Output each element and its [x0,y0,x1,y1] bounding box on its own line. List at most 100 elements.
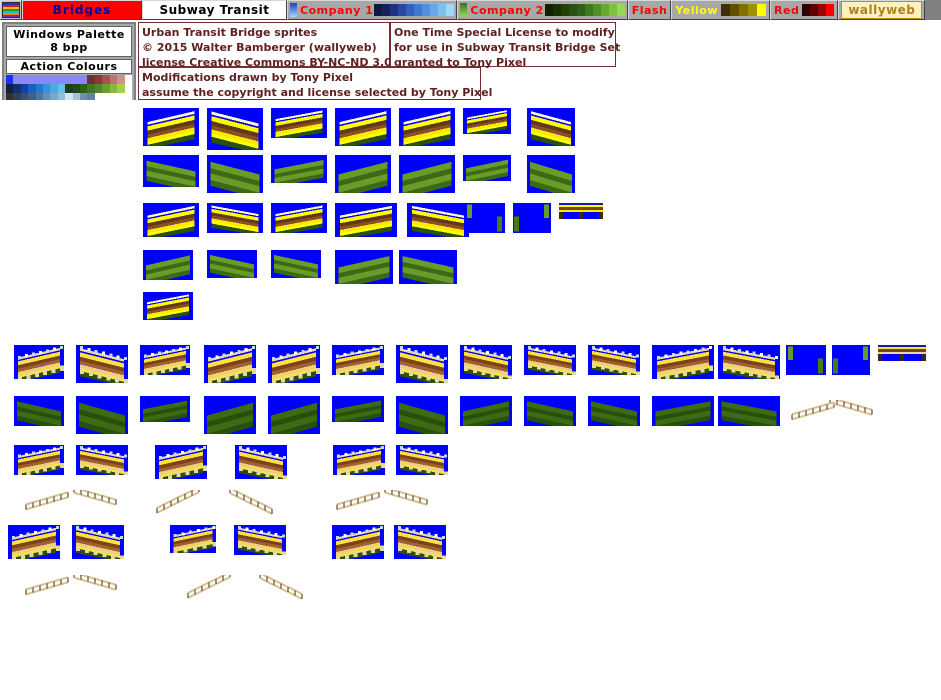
truss-down-steep-sprite[interactable] [228,487,274,516]
dgirder-d-sprite[interactable] [652,396,714,426]
girder-e-sprite[interactable] [399,250,457,284]
wdeck-ne-sprite[interactable] [14,345,64,379]
deck-ne-sprite[interactable] [143,108,199,146]
pillar-left-sprite[interactable] [465,203,505,233]
palette-swatch[interactable] [6,84,14,93]
palette-swatch[interactable] [6,75,14,84]
dgirder-a-sprite[interactable] [460,396,512,426]
rail-flat-sprite[interactable] [271,203,327,233]
truss-down-steep-sprite[interactable] [258,572,304,601]
wdeck2-d-sprite[interactable] [235,445,287,479]
palette-swatch[interactable] [117,75,125,84]
wdeck2-f-sprite[interactable] [396,445,448,475]
palette-swatch[interactable] [13,84,21,93]
palette-swatch[interactable] [102,75,110,84]
set-name-title[interactable]: Subway Transit [142,0,287,20]
dgirder-b-sprite[interactable] [524,396,576,426]
palette-swatch[interactable] [94,75,103,84]
palette-swatch[interactable] [109,84,118,93]
truss-down-sprite[interactable] [72,571,118,597]
girder-down-sprite[interactable] [527,155,575,193]
girder-ne-sprite[interactable] [143,155,199,187]
wbridge-front-sprite[interactable] [878,345,926,361]
palette-swatch[interactable] [13,75,21,84]
girder-nw-sprite[interactable] [207,155,263,193]
set-group-title[interactable]: Bridges [22,0,142,20]
dgirder-ne-sprite[interactable] [14,396,64,426]
palette-swatch[interactable] [65,75,73,84]
wdeck2-b-sprite[interactable] [76,445,128,475]
palette-swatch[interactable] [20,75,29,84]
dgirder-ramp-sprite[interactable] [268,396,320,434]
wdeck3-e-sprite[interactable] [332,525,384,559]
rail-nw-sprite[interactable] [207,203,263,233]
girder-a-sprite[interactable] [143,250,193,280]
palette-swatch[interactable] [50,75,58,84]
wdeck2-e-sprite[interactable] [333,445,385,475]
truss-up-sprite[interactable] [24,490,70,512]
girder-d-sprite[interactable] [335,250,393,284]
girder-pillar-sprite[interactable] [335,155,391,193]
wdeck-ne2-sprite[interactable] [460,345,512,379]
pillar-right-sprite[interactable] [513,203,551,233]
palette-swatch[interactable] [35,84,44,93]
deck-short-sprite[interactable] [463,108,511,134]
palette-swatch[interactable] [43,75,51,84]
girder-b-sprite[interactable] [207,250,257,278]
palette-swatch[interactable] [80,75,88,84]
palette-swatch[interactable] [57,75,66,84]
palette-swatch[interactable] [28,75,36,84]
wdeck-flat2-sprite[interactable] [588,345,640,375]
yellow-legend[interactable]: Yellow [671,0,771,20]
deck-nw-sprite[interactable] [207,108,263,150]
wdeck-pillar-sprite[interactable] [204,345,256,383]
sprite-canvas[interactable] [0,100,941,700]
girder-ramp-sprite[interactable] [399,155,455,193]
palette-swatch[interactable] [28,84,36,93]
wpillar-right-sprite[interactable] [832,345,870,375]
brand-badge[interactable]: wallyweb [838,0,926,20]
wdeck3-c-sprite[interactable] [170,525,216,553]
truss-up-steep-sprite[interactable] [155,486,201,516]
palette-swatch[interactable] [57,84,66,93]
palette-swatch[interactable] [80,84,88,93]
deck-flat-ne-sprite[interactable] [271,108,327,138]
red-legend[interactable]: Red [770,0,839,20]
palette-swatch[interactable] [20,84,29,93]
palette-swatch[interactable] [72,75,81,84]
wdeck-nw2-sprite[interactable] [524,345,576,375]
palette-swatch[interactable] [117,84,125,93]
flash-legend[interactable]: Flash [627,0,672,20]
wramp-up-sprite[interactable] [268,345,320,383]
dgirder-pillar-sprite[interactable] [204,396,256,434]
deck-pillar-sprite[interactable] [335,108,391,146]
girder-flat-sprite[interactable] [271,155,327,183]
rail-junction-sprite[interactable] [335,203,397,237]
truss-up-sprite[interactable] [24,575,70,597]
wdeck2-c-sprite[interactable] [155,445,207,479]
palette-swatch[interactable] [94,84,103,93]
palette-swatch[interactable] [65,84,73,93]
dgirder-e-sprite[interactable] [718,396,780,426]
wramp-down-sprite[interactable] [396,345,448,383]
wdeck-nw-sprite[interactable] [76,345,128,383]
rail-ne-sprite[interactable] [143,203,199,237]
company2-legend[interactable]: Company 2 [457,0,628,20]
wdeck3-b-sprite[interactable] [72,525,124,559]
ramp-down-sprite[interactable] [527,108,575,146]
wdeck2-a-sprite[interactable] [14,445,64,475]
palette-swatch[interactable] [35,75,44,84]
wrail-junction2-sprite[interactable] [718,345,780,379]
dgirder-nw-sprite[interactable] [76,396,128,434]
palette-swatch[interactable] [109,75,118,84]
wdeck3-f-sprite[interactable] [394,525,446,559]
palette-swatch[interactable] [124,75,132,84]
bridge-front-sprite[interactable] [559,203,603,219]
truss-up-steep-sprite[interactable] [186,571,232,601]
ramp-up-sprite[interactable] [399,108,455,146]
truss-down-sprite[interactable] [828,396,874,422]
company1-legend[interactable]: Company 1 [287,0,458,20]
palette-swatch[interactable] [50,84,58,93]
palette-swatch[interactable] [102,84,110,93]
rail-junction2-sprite[interactable] [407,203,469,237]
